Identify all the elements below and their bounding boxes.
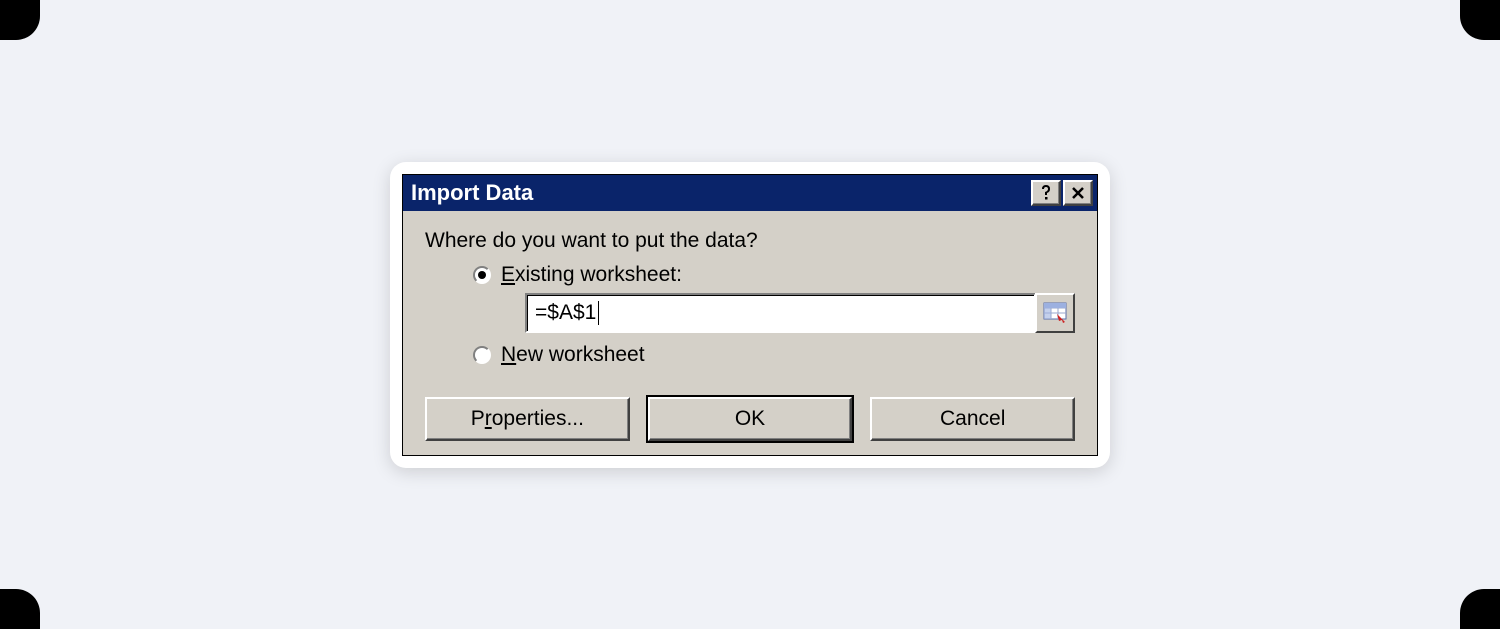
ok-button[interactable]: OK [648, 397, 853, 441]
button-row: Properties... OK Cancel [425, 397, 1075, 441]
cell-reference-row: =$A$1 [525, 293, 1075, 333]
titlebar[interactable]: Import Data [403, 175, 1097, 211]
collapse-dialog-button[interactable] [1035, 293, 1075, 333]
cell-reference-input[interactable]: =$A$1 [525, 293, 1036, 333]
spreadsheet-range-icon [1043, 301, 1067, 325]
radio-label: New worksheet [501, 343, 645, 367]
cell-reference-value: =$A$1 [535, 301, 596, 325]
cancel-button[interactable]: Cancel [870, 397, 1075, 441]
dialog-body: Where do you want to put the data? Exist… [403, 211, 1097, 455]
help-button[interactable] [1031, 180, 1061, 206]
close-button[interactable] [1063, 180, 1093, 206]
radio-existing-worksheet[interactable]: Existing worksheet: [473, 263, 1075, 287]
properties-button[interactable]: Properties... [425, 397, 630, 441]
help-icon [1039, 184, 1053, 202]
dialog-title: Import Data [411, 180, 1029, 206]
dialog-frame: Import Data Where do you want to put the… [390, 162, 1110, 468]
radio-new-worksheet[interactable]: New worksheet [473, 343, 1075, 367]
import-data-dialog: Import Data Where do you want to put the… [402, 174, 1098, 456]
radio-label: Existing worksheet: [501, 263, 682, 287]
radio-icon [473, 346, 491, 364]
text-cursor [598, 301, 599, 325]
radio-icon [473, 266, 491, 284]
close-icon [1071, 186, 1085, 200]
prompt-text: Where do you want to put the data? [425, 229, 1075, 253]
